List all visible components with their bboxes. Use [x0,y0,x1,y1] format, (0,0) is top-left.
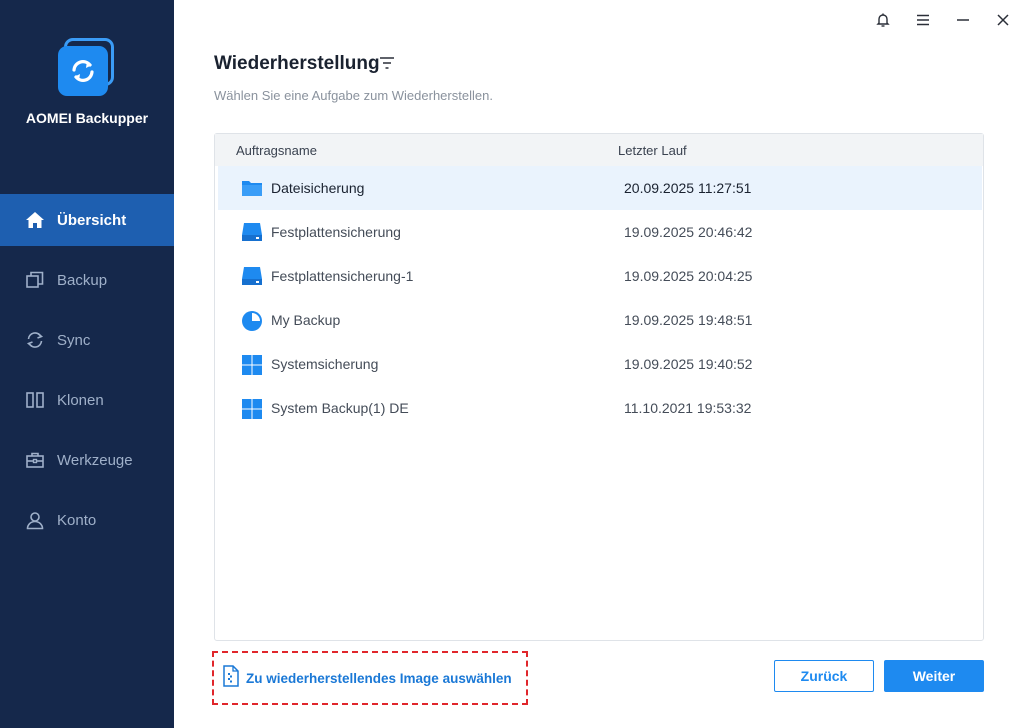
table-header: Auftragsname Letzter Lauf [215,134,983,166]
sidebar-item-label: Backup [57,271,108,289]
task-last-run: 20.09.2025 11:27:51 [624,180,752,196]
folder-icon [241,178,263,198]
page-subtitle: Wählen Sie eine Aufgabe zum Wiederherste… [214,88,493,103]
table-row[interactable]: System Backup(1) DE 11.10.2021 19:53:32 [218,386,982,430]
user-icon [24,509,46,531]
sidebar-item-sync[interactable]: Sync [0,314,174,366]
task-last-run: 19.09.2025 20:04:25 [624,268,753,284]
home-icon [24,209,46,231]
sidebar-item-label: Werkzeuge [57,451,133,469]
sidebar-item-backup[interactable]: Backup [0,254,174,306]
task-name: Festplattensicherung [271,224,401,240]
task-table: Auftragsname Letzter Lauf Dateisicherung… [214,133,984,641]
select-image-link[interactable]: Zu wiederherstellendes Image auswählen [212,651,528,705]
sidebar-item-label: Konto [57,511,97,529]
table-row[interactable]: Systemsicherung 19.09.2025 19:40:52 [218,342,982,386]
sidebar-item-werkzeuge[interactable]: Werkzeuge [0,434,174,486]
column-header-last-run: Letzter Lauf [618,143,687,158]
disk-icon [241,266,263,286]
windows-icon [241,354,263,375]
toolbox-icon [24,449,46,471]
sidebar-item-uebersicht[interactable]: Übersicht [0,194,174,246]
sidebar: AOMEI Backupper Übersicht Backup Sync Kl… [0,0,174,728]
task-last-run: 11.10.2021 19:53:32 [624,400,752,416]
sidebar-item-label: Sync [57,331,91,349]
sidebar-item-label: Klonen [57,391,104,409]
filter-icon[interactable] [378,55,396,71]
task-last-run: 19.09.2025 19:40:52 [624,356,753,372]
image-file-icon [222,664,240,692]
app-name: AOMEI Backupper [25,110,149,126]
clone-icon [24,389,46,411]
table-row[interactable]: Festplattensicherung 19.09.2025 20:46:42 [218,210,982,254]
table-row[interactable]: Dateisicherung 20.09.2025 11:27:51 [218,166,982,210]
task-last-run: 19.09.2025 20:46:42 [624,224,753,240]
sidebar-item-klonen[interactable]: Klonen [0,374,174,426]
sidebar-item-konto[interactable]: Konto [0,494,174,546]
task-last-run: 19.09.2025 19:48:51 [624,312,753,328]
task-name: Systemsicherung [271,356,379,372]
minimize-icon[interactable] [951,8,975,32]
table-row[interactable]: My Backup 19.09.2025 19:48:51 [218,298,982,342]
select-image-label: Zu wiederherstellendes Image auswählen [246,670,512,686]
bell-icon[interactable] [871,8,895,32]
column-header-name: Auftragsname [236,143,317,158]
sidebar-item-label: Übersicht [57,211,127,229]
task-name: My Backup [271,312,341,328]
menu-icon[interactable] [911,8,935,32]
task-name: System Backup(1) DE [271,400,409,416]
next-button[interactable]: Weiter [884,660,984,692]
sync-arrows-icon [72,60,94,82]
back-button[interactable]: Zurück [774,660,874,692]
table-row[interactable]: Festplattensicherung-1 19.09.2025 20:04:… [218,254,982,298]
partition-icon [241,310,263,331]
backup-icon [24,269,46,291]
task-name: Festplattensicherung-1 [271,268,414,284]
task-name: Dateisicherung [271,180,365,196]
disk-icon [241,222,263,242]
app-logo [56,38,116,98]
close-icon[interactable] [991,8,1015,32]
sync-icon [24,329,46,351]
windows-icon [241,398,263,419]
page-title: Wiederherstellung [214,53,380,74]
